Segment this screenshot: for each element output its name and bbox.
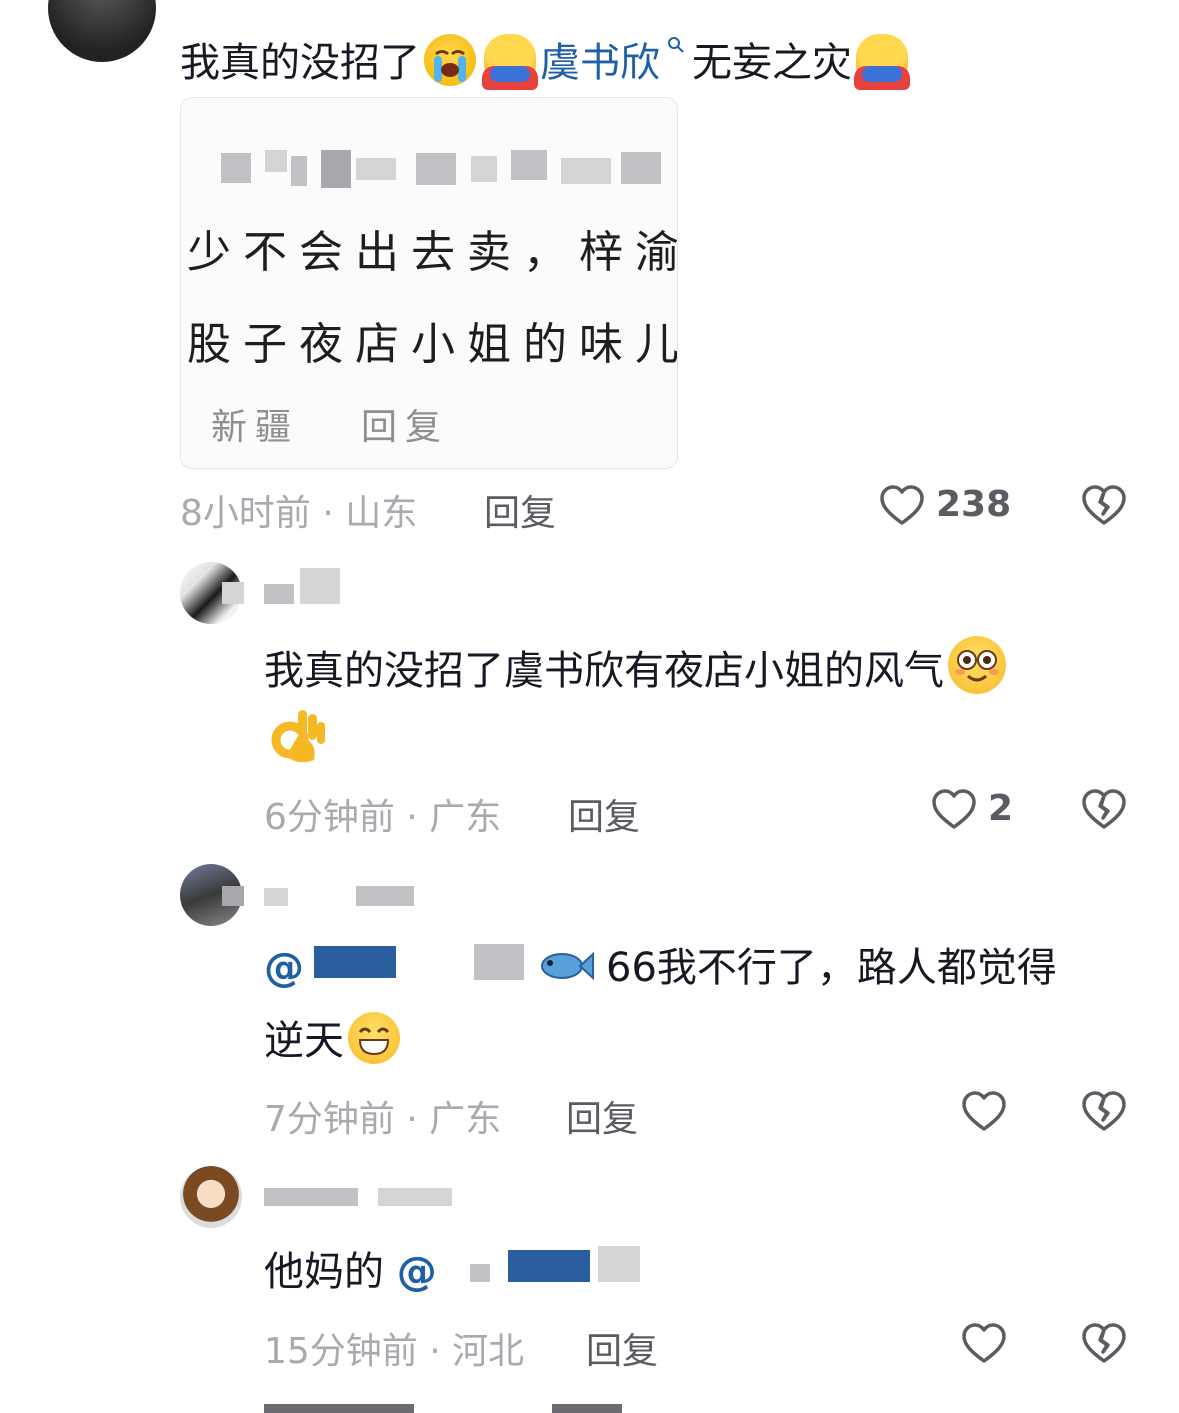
blurred-mention[interactable]	[508, 1250, 590, 1282]
hugging-face-icon	[482, 34, 538, 90]
cut-off-text	[552, 1404, 622, 1413]
heart-outline-icon[interactable]	[878, 482, 926, 534]
mention-link[interactable]: 虞书欣	[540, 40, 660, 86]
fish-icon	[538, 946, 594, 990]
reply-text-line-2: 逆天	[264, 1012, 404, 1069]
heart-outline-icon[interactable]	[960, 1088, 1008, 1140]
avatar[interactable]	[48, 0, 156, 62]
heart-outline-icon[interactable]	[930, 786, 978, 838]
reply-text-line: 我真的没招了虞书欣有夜店小姐的风气	[264, 648, 944, 694]
image-text-line-2: 股子夜店小姐的味儿	[187, 319, 678, 370]
flushed-face-icon	[948, 636, 1006, 694]
broken-heart-icon[interactable]	[1080, 482, 1128, 534]
reply-text: 我真的没招了虞书欣有夜店小姐的风气	[264, 636, 1010, 699]
reply-button[interactable]: 回复	[566, 1090, 638, 1142]
reply-text: @	[264, 940, 304, 996]
reply-time-location: 6分钟前 · 广东	[264, 797, 502, 838]
ok-hand-icon	[268, 706, 328, 770]
search-icon[interactable]	[660, 35, 692, 60]
reply-button[interactable]: 回复	[568, 788, 640, 840]
blurred-username	[264, 1188, 358, 1206]
like-count: 2	[988, 788, 1014, 829]
reply-time-location: 15分钟前 · 河北	[264, 1331, 525, 1372]
crying-face-icon	[424, 34, 476, 86]
blurred-username	[222, 886, 244, 906]
blurred-username	[222, 582, 244, 604]
reply-time-location: 7分钟前 · 广东	[264, 1099, 502, 1140]
mention-at[interactable]: @	[264, 945, 304, 991]
image-meta-reply: 回复	[361, 407, 450, 448]
comment-image[interactable]: 少不会出去卖，梓渝 股子夜店小姐的味儿 新疆 回复	[180, 97, 678, 469]
reply-text: 他妈的 @	[264, 1244, 437, 1300]
mention-at[interactable]: @	[397, 1249, 437, 1295]
image-text-line-1: 少不会出去卖，梓渝	[187, 227, 678, 278]
comment-text-prefix: 我真的没招了	[180, 40, 420, 86]
cut-off-text	[264, 1404, 414, 1413]
heart-outline-icon[interactable]	[960, 1320, 1008, 1372]
reply-button[interactable]: 回复	[484, 484, 556, 536]
reply-text-line: 66我不行了，路人都觉得	[606, 945, 1057, 991]
image-meta-location: 新疆	[211, 407, 300, 448]
hugging-face-icon	[854, 34, 910, 90]
comment-text-suffix: 无妄之灾	[692, 40, 852, 86]
broken-heart-icon[interactable]	[1080, 786, 1128, 838]
avatar[interactable]	[180, 1166, 242, 1228]
comment-text: 我真的没招了 虞书欣 无妄之灾	[180, 20, 912, 91]
reply-text-line: 逆天	[264, 1018, 344, 1064]
reply-button[interactable]: 回复	[586, 1322, 658, 1374]
reply-text-line: 他妈的	[264, 1249, 384, 1295]
grinning-face-icon	[348, 1012, 400, 1064]
comment-time-location: 8小时前 · 山东	[180, 493, 418, 534]
blurred-mention[interactable]	[314, 946, 396, 978]
like-count: 238	[936, 484, 1012, 525]
broken-heart-icon[interactable]	[1080, 1088, 1128, 1140]
blurred-text	[221, 153, 251, 183]
broken-heart-icon[interactable]	[1080, 1320, 1128, 1372]
